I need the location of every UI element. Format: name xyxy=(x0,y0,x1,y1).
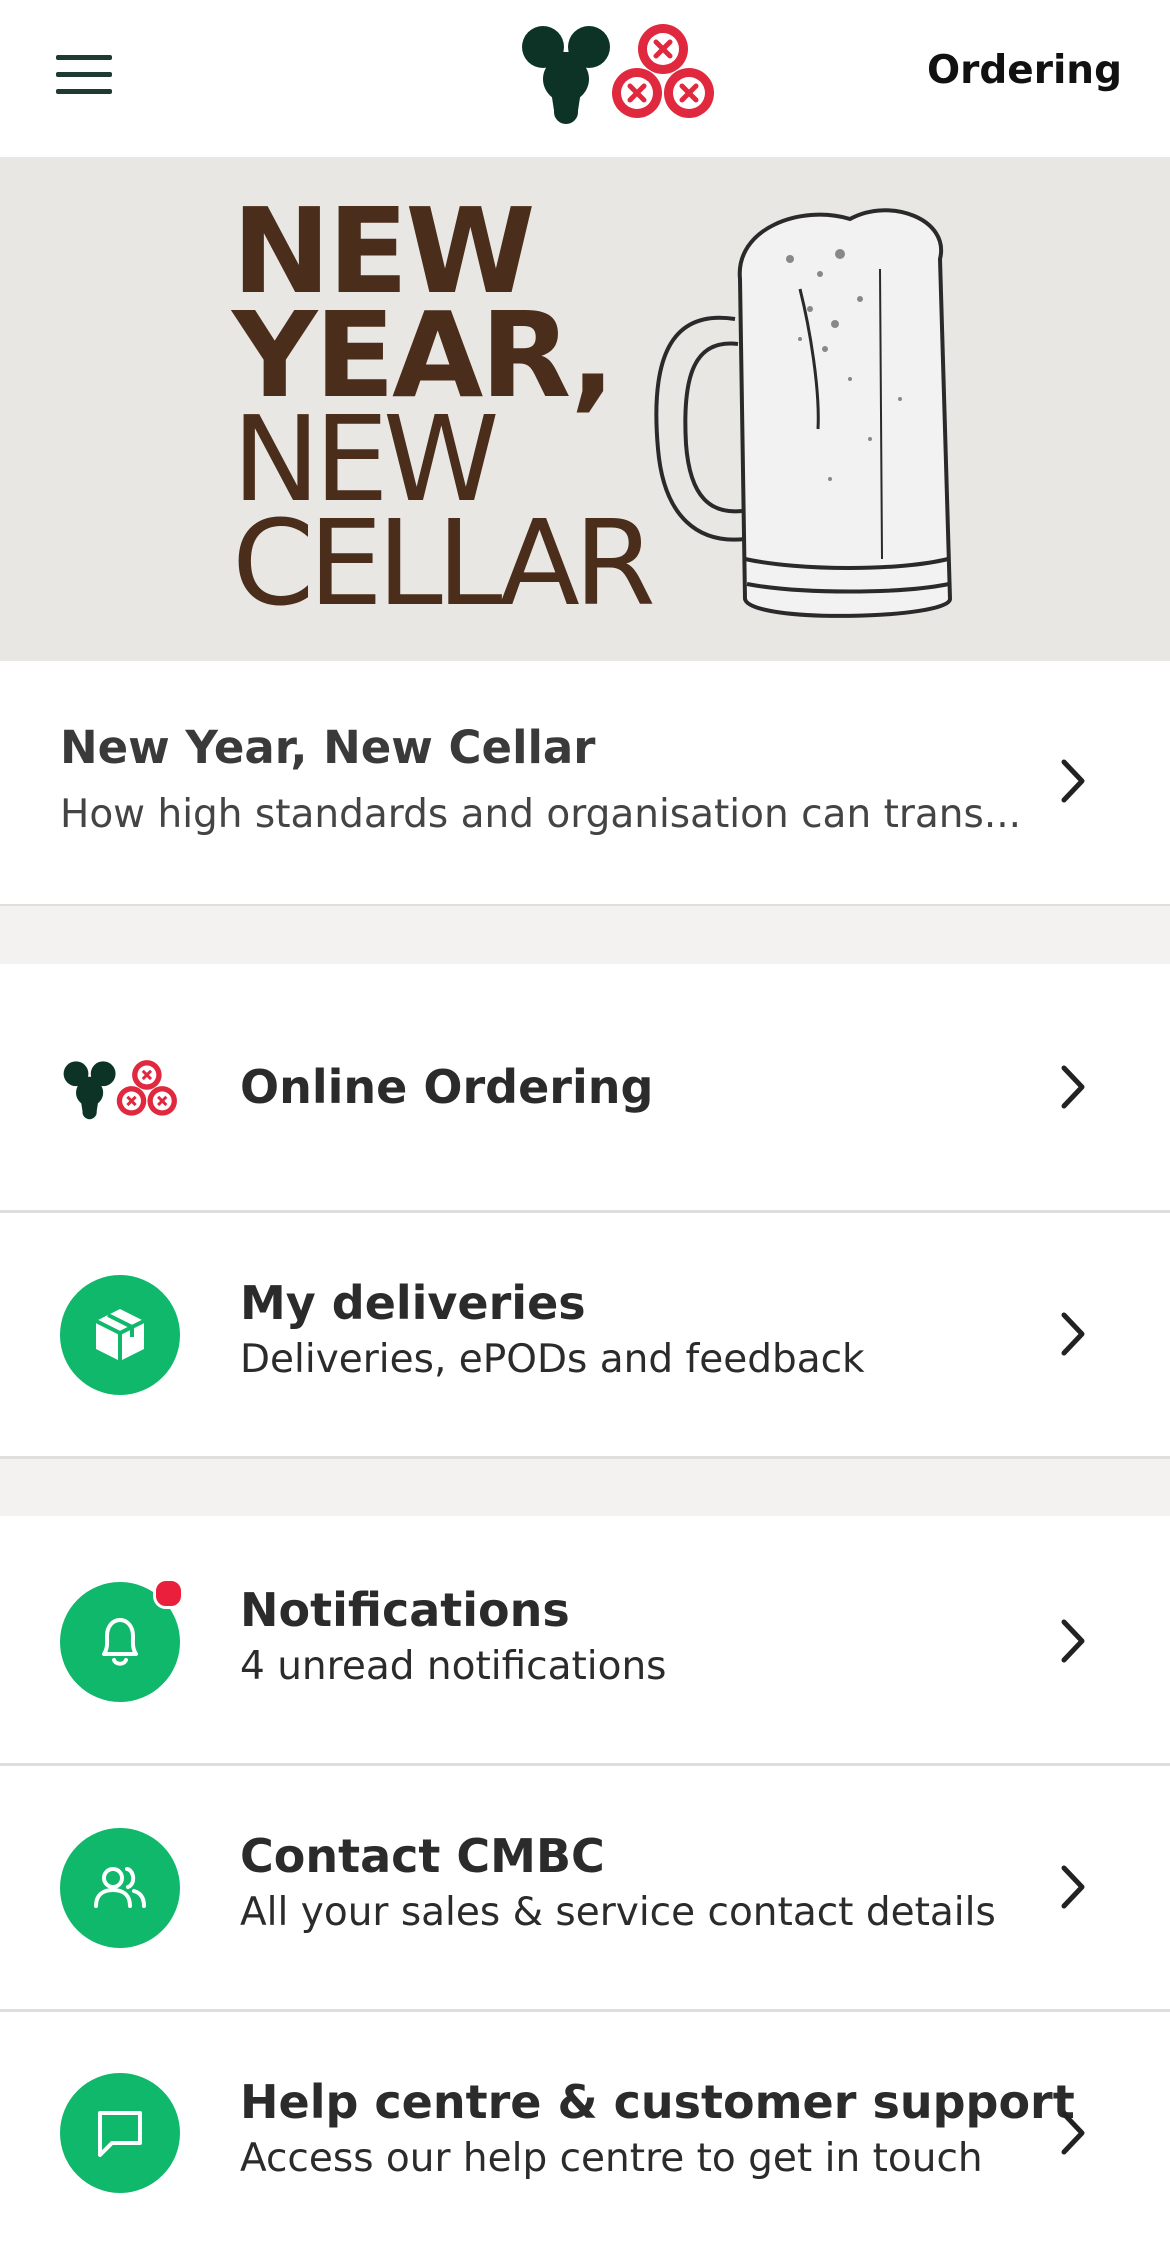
contact-icon-circle xyxy=(60,1828,180,1948)
contact-title: Contact CMBC xyxy=(240,1829,605,1883)
section-gap xyxy=(0,906,1170,964)
article-card[interactable]: New Year, New Cellar How high standards … xyxy=(0,661,1170,907)
help-icon-circle xyxy=(60,2073,180,2193)
bell-icon xyxy=(102,1618,138,1666)
notifications-row[interactable]: Notifications 4 unread notifications xyxy=(0,1516,1170,1766)
chevron-right-icon xyxy=(1061,1065,1085,1109)
header-title: Ordering xyxy=(926,48,1122,93)
deliveries-title: My deliveries xyxy=(240,1276,586,1330)
chat-icon xyxy=(98,2111,142,2157)
unread-badge xyxy=(153,1578,184,1609)
banner-headline: NEW YEAR, NEW CELLAR xyxy=(232,192,656,632)
app-header: Ordering xyxy=(0,0,1170,158)
article-title: New Year, New Cellar xyxy=(60,721,596,774)
promo-banner[interactable]: NEW YEAR, NEW CELLAR xyxy=(0,157,1170,661)
deliveries-icon-circle xyxy=(60,1275,180,1395)
cmbc-logo-icon xyxy=(63,1060,177,1120)
article-subtitle: How high standards and organisation can … xyxy=(60,792,1022,837)
chevron-right-icon xyxy=(1061,1865,1085,1909)
online-ordering-row[interactable]: Online Ordering xyxy=(0,964,1170,1213)
beer-mug-illustration xyxy=(654,208,953,618)
chevron-right-icon xyxy=(1061,1619,1085,1663)
deliveries-subtitle: Deliveries, ePODs and feedback xyxy=(240,1337,865,1382)
notifications-title: Notifications xyxy=(240,1583,570,1637)
online-ordering-title: Online Ordering xyxy=(240,1060,654,1114)
help-subtitle: Access our help centre to get in touch xyxy=(240,2136,983,2181)
my-deliveries-row[interactable]: My deliveries Deliveries, ePODs and feed… xyxy=(0,1213,1170,1459)
chevron-right-icon xyxy=(1061,2111,1085,2155)
chevron-right-icon xyxy=(1061,759,1085,803)
notifications-subtitle: 4 unread notifications xyxy=(240,1644,667,1689)
package-icon xyxy=(95,1309,145,1361)
chevron-right-icon xyxy=(1061,1312,1085,1356)
help-centre-row[interactable]: Help centre & customer support Access ou… xyxy=(0,2012,1170,2242)
section-gap xyxy=(0,1459,1170,1516)
banner-line-4: CELLAR xyxy=(232,494,656,632)
help-title: Help centre & customer support xyxy=(240,2075,1075,2129)
brand-logo xyxy=(522,24,714,124)
hamburger-menu-icon[interactable] xyxy=(56,55,112,95)
users-icon xyxy=(94,1867,146,1908)
contact-row[interactable]: Contact CMBC All your sales & service co… xyxy=(0,1766,1170,2012)
contact-subtitle: All your sales & service contact details xyxy=(240,1890,996,1935)
